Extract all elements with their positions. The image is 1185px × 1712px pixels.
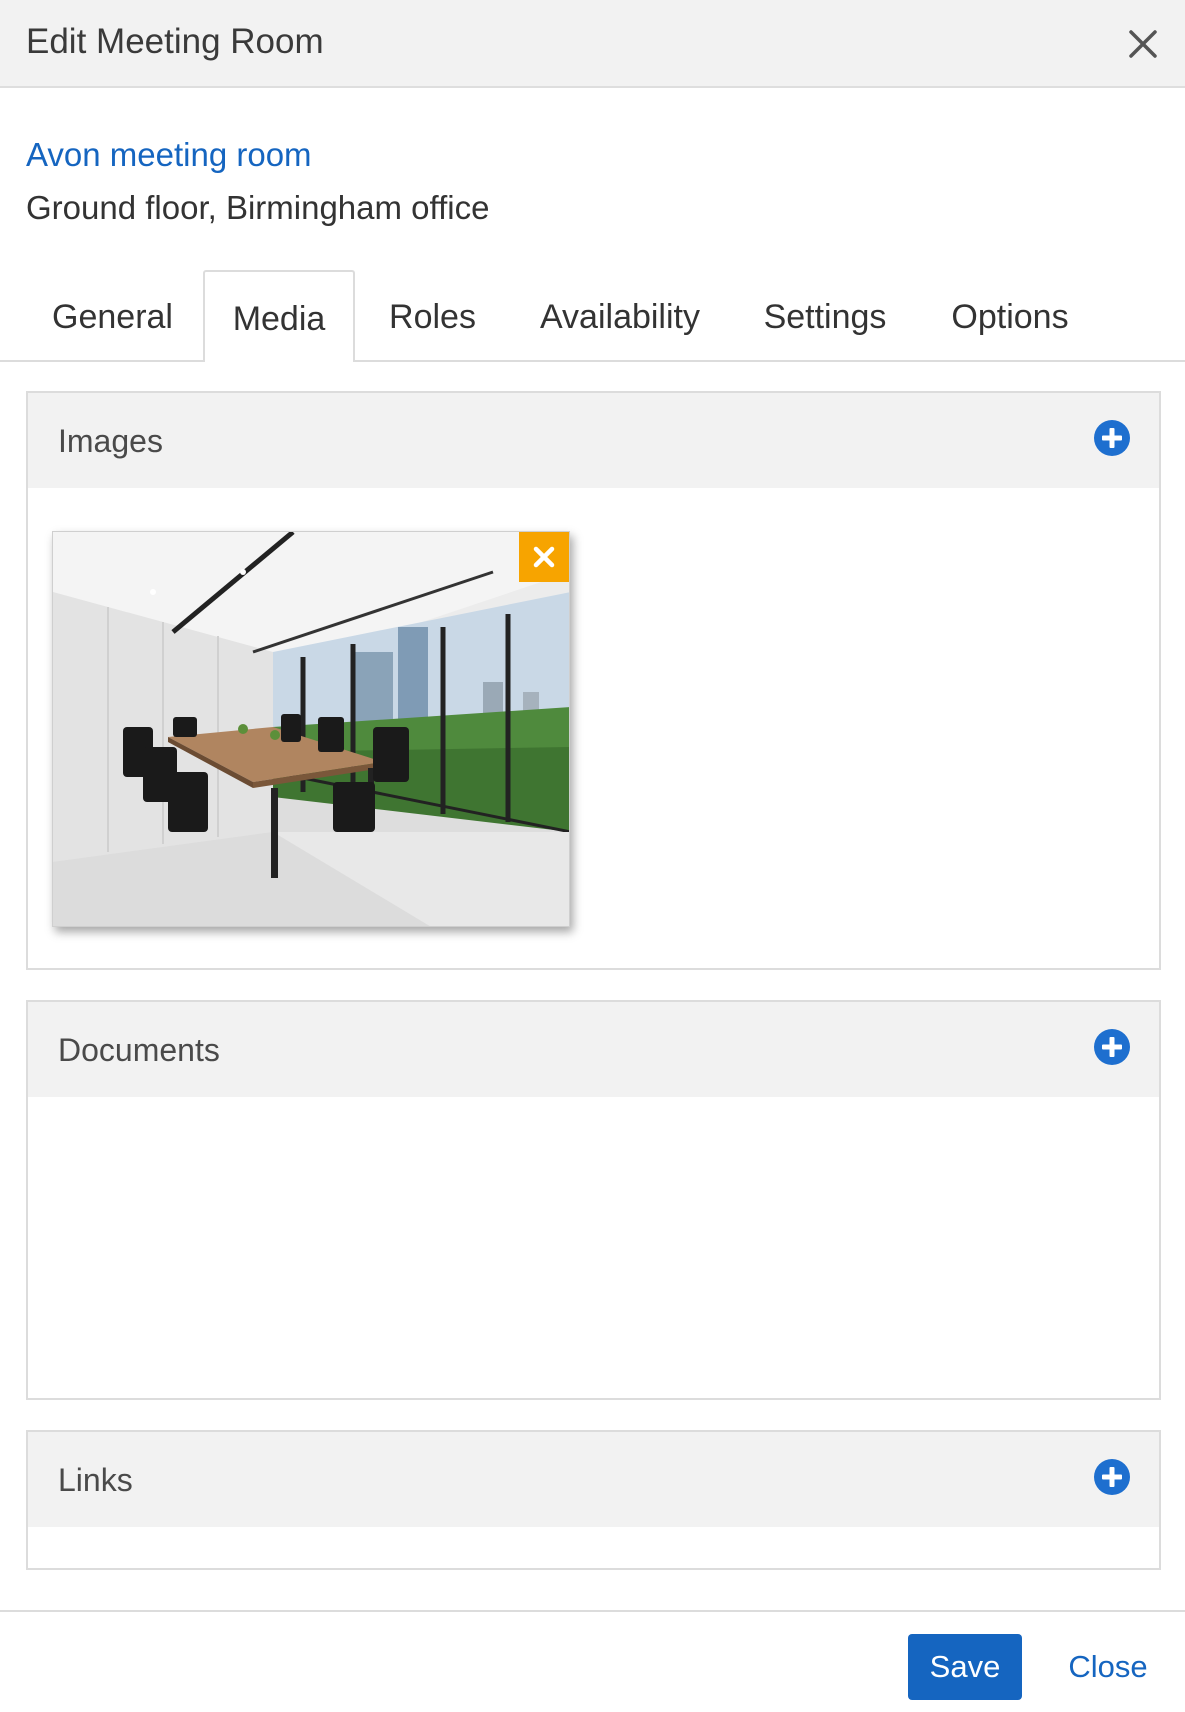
dialog-header: Edit Meeting Room (0, 0, 1185, 88)
tab-settings[interactable]: Settings (745, 270, 905, 362)
add-link-icon[interactable] (1093, 1458, 1131, 1496)
room-location: Ground floor, Birmingham office (26, 189, 490, 226)
close-icon[interactable] (1121, 22, 1165, 66)
links-panel: Links (26, 1430, 1161, 1570)
documents-panel: Documents (26, 1000, 1161, 1400)
tab-roles[interactable]: Roles (370, 270, 495, 362)
images-title: Images (58, 423, 163, 459)
save-button[interactable]: Save (908, 1634, 1022, 1700)
tab-general[interactable]: General (30, 270, 195, 362)
tab-options[interactable]: Options (935, 270, 1085, 362)
add-image-icon[interactable] (1093, 419, 1131, 457)
images-panel: Images (26, 391, 1161, 970)
close-button[interactable]: Close (1048, 1634, 1168, 1700)
images-panel-header: Images (28, 393, 1159, 488)
links-title: Links (58, 1462, 133, 1498)
add-document-icon[interactable] (1093, 1028, 1131, 1066)
documents-title: Documents (58, 1032, 220, 1068)
documents-panel-header: Documents (28, 1002, 1159, 1097)
footer-divider (0, 1610, 1185, 1612)
tab-media[interactable]: Media (203, 270, 355, 362)
links-panel-header: Links (28, 1432, 1159, 1527)
tab-availability[interactable]: Availability (520, 270, 720, 362)
dialog-title: Edit Meeting Room (26, 22, 324, 61)
remove-image-icon[interactable] (519, 532, 569, 582)
meeting-room-image[interactable] (52, 531, 570, 927)
room-name-link[interactable]: Avon meeting room (26, 136, 312, 174)
tab-bar: General Media Roles Availability Setting… (0, 270, 1185, 362)
